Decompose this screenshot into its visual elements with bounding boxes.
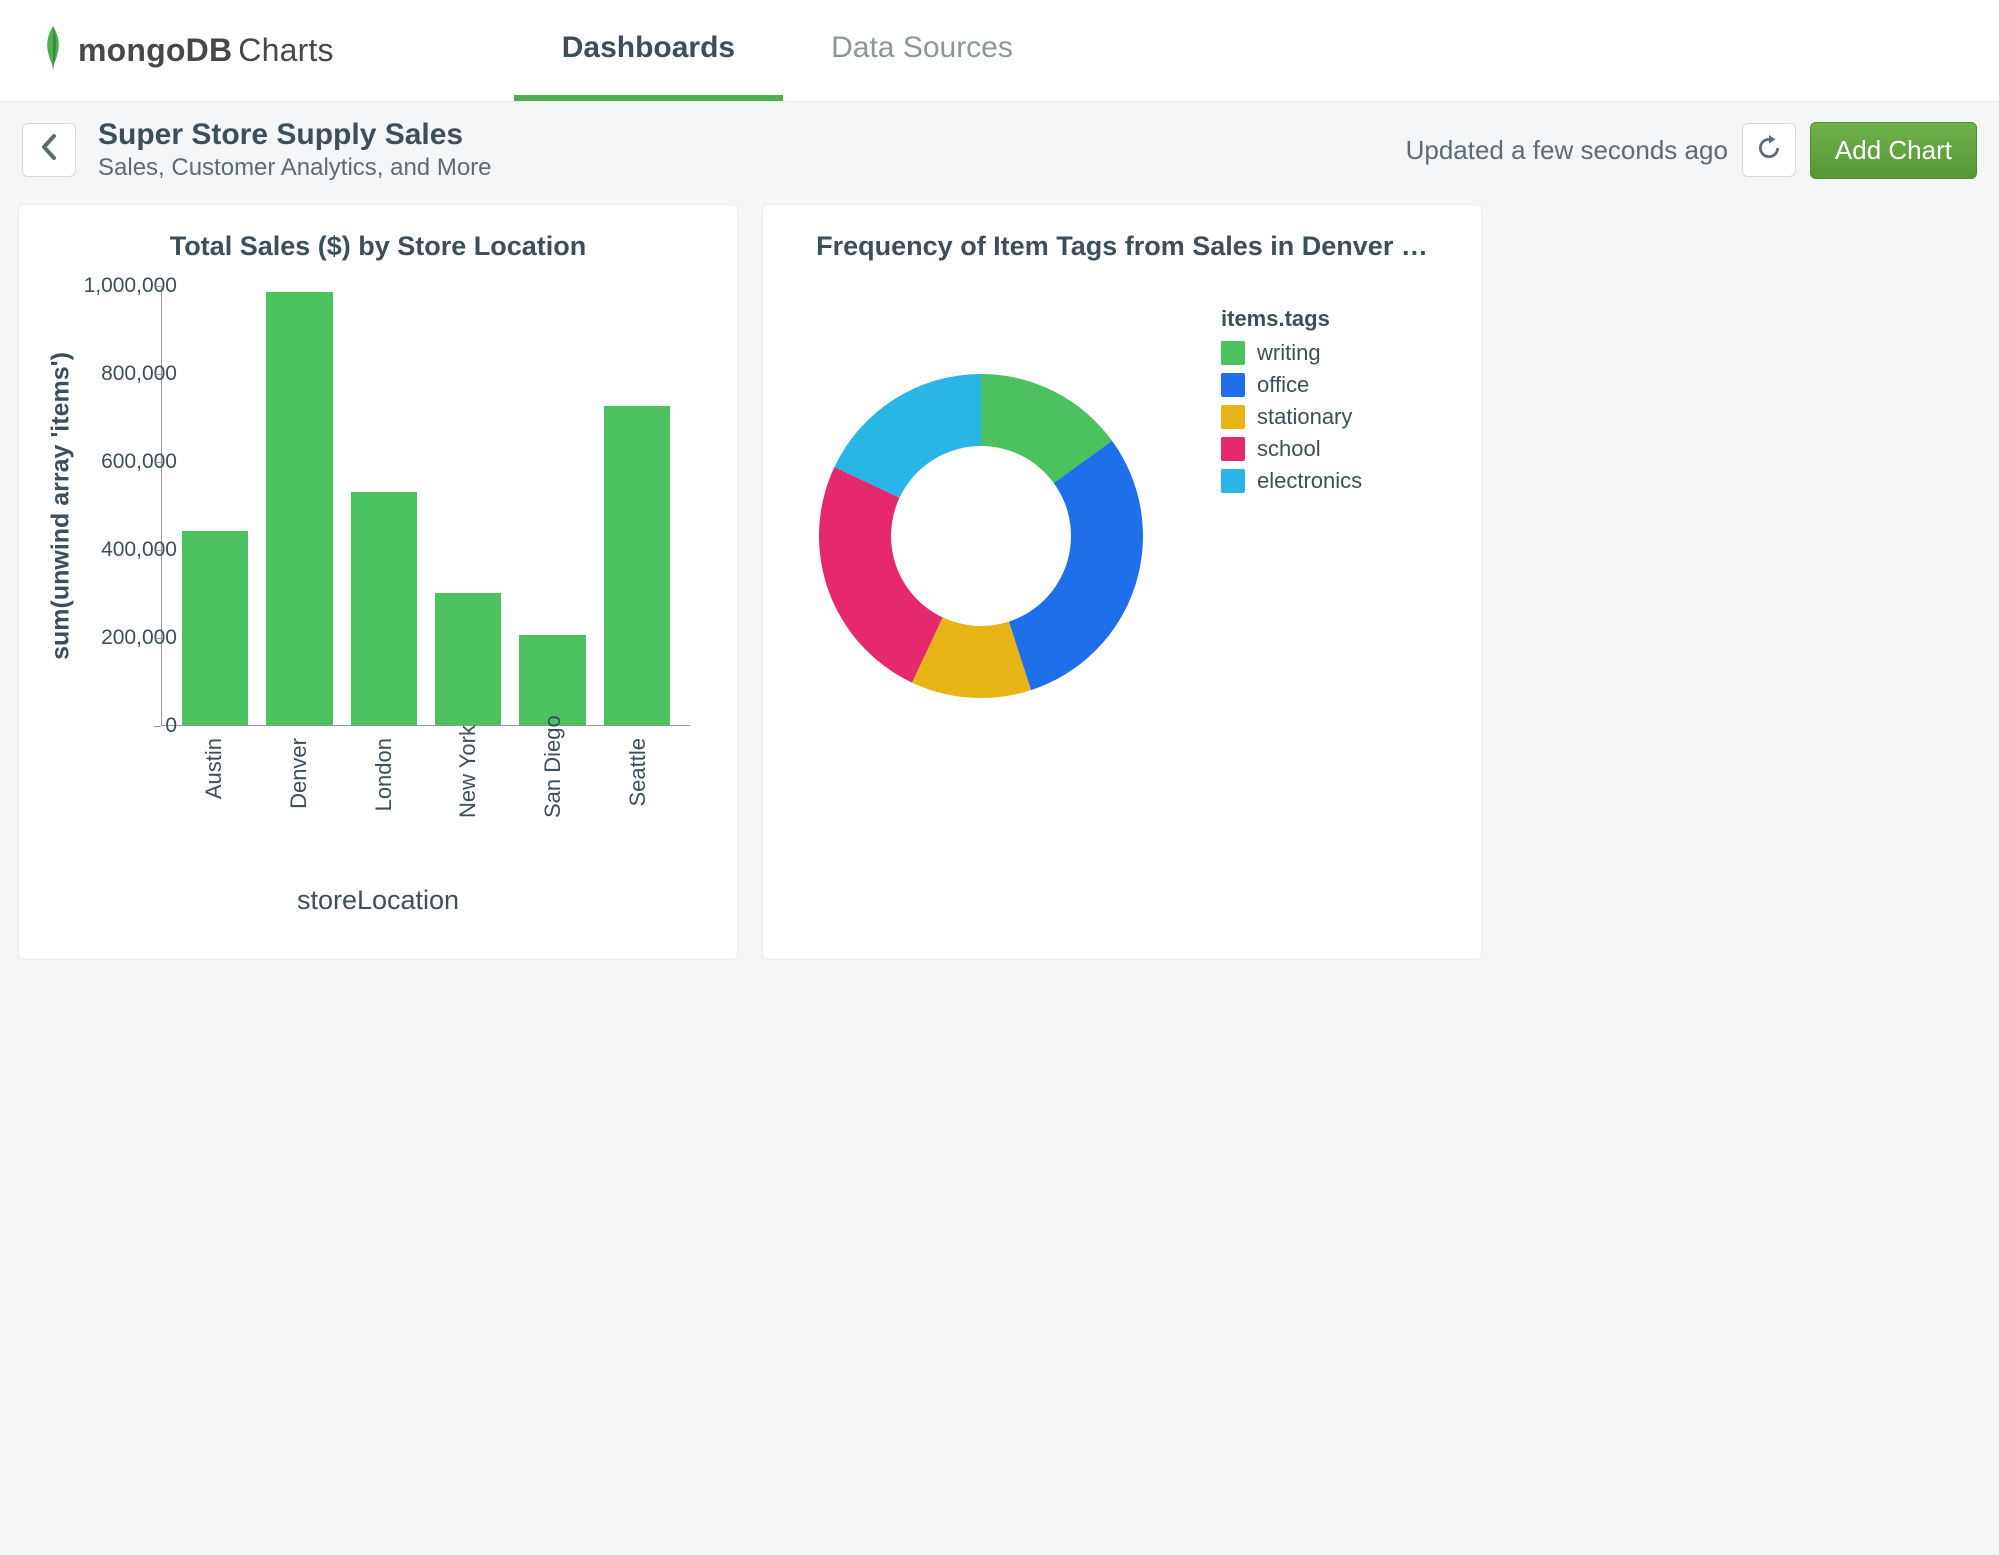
legend-item-writing: writing <box>1221 340 1362 366</box>
bar-seattle <box>604 406 670 725</box>
legend-swatch <box>1221 373 1245 397</box>
bar-san-diego <box>519 635 585 725</box>
chevron-left-icon <box>40 134 58 167</box>
donut-slice-office <box>1009 441 1143 690</box>
dashboard-title: Super Store Supply Sales <box>98 118 492 152</box>
refresh-button[interactable] <box>1742 123 1796 177</box>
y-tick-label: 800,000 <box>77 362 177 386</box>
x-tick-label: Austin <box>201 738 227 818</box>
brand-primary: mongoDB <box>78 32 232 68</box>
y-tick-label: 600,000 <box>77 450 177 474</box>
charts-grid: Total Sales ($) by Store Location sum(un… <box>0 198 1999 966</box>
dashboard-header: Super Store Supply Sales Sales, Customer… <box>0 102 1999 198</box>
x-tick-label: San Diego <box>540 738 566 818</box>
brand-suffix: Charts <box>238 32 333 68</box>
bar-austin <box>182 531 248 725</box>
chart-title: Total Sales ($) by Store Location <box>41 231 715 262</box>
tab-dashboards[interactable]: Dashboards <box>514 0 783 101</box>
bar-london <box>351 492 417 725</box>
add-chart-button[interactable]: Add Chart <box>1810 122 1977 179</box>
legend-item-electronics: electronics <box>1221 468 1362 494</box>
bar-plot-area <box>161 286 691 726</box>
legend-swatch <box>1221 405 1245 429</box>
y-tick-label: 1,000,000 <box>77 274 177 298</box>
legend-item-stationary: stationary <box>1221 404 1362 430</box>
dashboard-title-block: Super Store Supply Sales Sales, Customer… <box>98 118 492 182</box>
donut-svg <box>801 356 1161 716</box>
dashboard-subtitle: Sales, Customer Analytics, and More <box>98 154 492 182</box>
chart-title: Frequency of Item Tags from Sales in Den… <box>785 231 1459 262</box>
x-tick-label: Denver <box>286 738 312 818</box>
bar-chart: sum(unwind array 'items') 0 200,000 400,00… <box>41 276 715 916</box>
legend-label: office <box>1257 372 1309 398</box>
legend-item-office: office <box>1221 372 1362 398</box>
leaf-icon <box>40 24 66 77</box>
legend-label: school <box>1257 436 1321 462</box>
tab-data-sources[interactable]: Data Sources <box>783 0 1061 101</box>
legend-title: items.tags <box>1221 306 1362 332</box>
refresh-icon <box>1756 135 1782 166</box>
legend-label: stationary <box>1257 404 1352 430</box>
y-tick-label: 200,000 <box>77 626 177 650</box>
donut-slice-school <box>819 467 943 683</box>
x-tick-label: Seattle <box>625 738 651 818</box>
x-tick-label: New York <box>455 738 481 818</box>
legend-swatch <box>1221 437 1245 461</box>
legend-item-school: school <box>1221 436 1362 462</box>
nav-tabs: Dashboards Data Sources <box>514 0 1061 101</box>
y-tick-label: 400,000 <box>77 538 177 562</box>
legend-label: writing <box>1257 340 1321 366</box>
brand-text: mongoDBCharts <box>78 32 334 69</box>
y-axis-label: sum(unwind array 'items') <box>47 352 76 660</box>
legend-swatch <box>1221 341 1245 365</box>
legend-label: electronics <box>1257 468 1362 494</box>
x-axis-label: storeLocation <box>41 885 715 916</box>
bar-new-york <box>435 593 501 725</box>
legend-swatch <box>1221 469 1245 493</box>
chart-card-bar[interactable]: Total Sales ($) by Store Location sum(un… <box>18 204 738 960</box>
updated-text: Updated a few seconds ago <box>1406 135 1728 166</box>
x-tick-label: London <box>371 738 397 818</box>
bar-denver <box>266 292 332 725</box>
chart-card-donut[interactable]: Frequency of Item Tags from Sales in Den… <box>762 204 1482 960</box>
brand: mongoDBCharts <box>40 24 334 77</box>
y-tick-label: 0 <box>77 714 177 738</box>
bars-container <box>162 287 690 725</box>
donut-chart: items.tags writing office stationary school… <box>785 276 1459 916</box>
donut-legend: items.tags writing office stationary school… <box>1221 306 1362 500</box>
back-button[interactable] <box>22 123 76 177</box>
top-nav: mongoDBCharts Dashboards Data Sources <box>0 0 1999 102</box>
